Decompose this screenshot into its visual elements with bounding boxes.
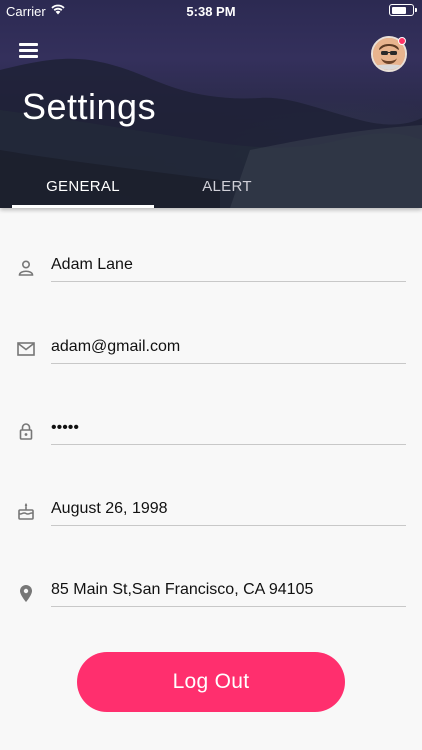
active-tab-indicator <box>12 205 154 208</box>
password-field[interactable] <box>51 417 406 445</box>
notification-badge <box>398 37 406 45</box>
status-time: 5:38 PM <box>186 4 236 19</box>
email-field-row <box>0 330 422 410</box>
birthday-field[interactable] <box>51 498 406 526</box>
address-field-row <box>0 573 422 653</box>
mail-icon <box>17 342 35 356</box>
birthday-field-row <box>0 492 422 572</box>
lock-icon <box>19 423 33 440</box>
name-field[interactable] <box>51 254 406 282</box>
address-field[interactable] <box>51 579 406 607</box>
tab-bar: GENERAL ALERT <box>0 168 422 208</box>
email-field[interactable] <box>51 336 406 364</box>
battery-icon <box>389 4 417 16</box>
hamburger-menu-icon[interactable] <box>17 40 41 60</box>
tab-general[interactable]: GENERAL <box>12 168 154 208</box>
cake-icon <box>18 503 34 520</box>
name-field-row <box>0 248 422 328</box>
avatar[interactable] <box>371 36 407 72</box>
location-pin-icon <box>20 585 32 602</box>
page-title: Settings <box>22 86 157 127</box>
logout-button[interactable]: Log Out <box>77 652 345 712</box>
header: Carrier 5:38 PM Settings GENERAL ALERT <box>0 0 422 208</box>
status-bar: Carrier 5:38 PM <box>0 0 422 22</box>
password-field-row <box>0 411 422 491</box>
person-icon <box>18 260 34 276</box>
tab-alert[interactable]: ALERT <box>156 168 298 208</box>
